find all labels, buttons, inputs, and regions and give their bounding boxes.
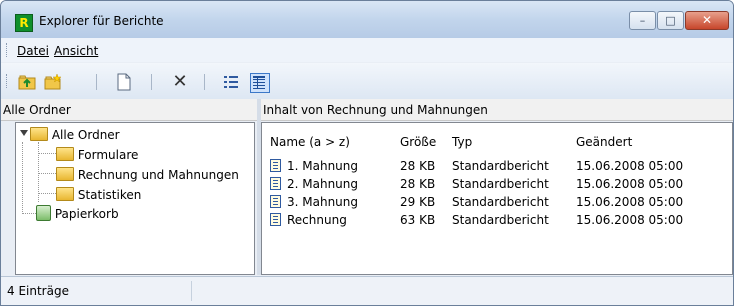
collapse-arrow-icon[interactable] <box>20 130 28 136</box>
report-list[interactable]: Name (a > z) Größe Typ Geändert 1. Mahnu… <box>261 122 733 275</box>
column-header-size[interactable]: Größe <box>400 135 436 149</box>
menu-datei-label: Datei <box>17 44 50 58</box>
toolbar: ✕ <box>1 63 733 99</box>
maximize-button[interactable]: □ <box>657 11 684 30</box>
recycle-bin-icon <box>36 205 51 221</box>
report-icon <box>270 177 281 190</box>
report-name: 1. Mahnung <box>287 159 359 173</box>
toolbar-separator <box>96 74 97 90</box>
tree-item-label: Formulare <box>77 148 139 162</box>
tree-item-label: Papierkorb <box>54 207 119 221</box>
table-row[interactable]: 2. Mahnung 28 KB Standardbericht 15.06.2… <box>270 175 730 193</box>
folder-open-icon <box>30 127 48 141</box>
menu-ansicht[interactable]: Ansicht <box>54 44 98 58</box>
column-header-type[interactable]: Typ <box>452 135 472 149</box>
contents-pane-header: Inhalt von Rechnung und Mahnungen <box>261 99 733 121</box>
report-icon <box>270 159 281 172</box>
toolbar-grip <box>6 74 9 88</box>
status-bar: 4 Einträge <box>1 276 733 305</box>
report-name: 3. Mahnung <box>287 195 359 209</box>
new-folder-icon[interactable] <box>44 73 62 91</box>
report-name: Rechnung <box>287 213 347 227</box>
report-icon <box>270 213 281 226</box>
menu-datei[interactable]: Datei <box>17 44 49 58</box>
tree-item-statistiken[interactable]: Statistiken <box>56 187 141 203</box>
close-icon: ✕ <box>701 13 713 27</box>
column-header-modified[interactable]: Geändert <box>576 135 632 149</box>
report-modified: 15.06.2008 05:00 <box>576 159 684 173</box>
list-view-icon[interactable] <box>250 73 270 93</box>
tree-item-label: Alle Ordner <box>51 128 120 142</box>
folders-pane-header: Alle Ordner <box>1 99 257 121</box>
tree-item-label: Rechnung und Mahnungen <box>77 168 239 182</box>
table-row[interactable]: Rechnung 63 KB Standardbericht 15.06.200… <box>270 211 730 229</box>
tree-item-papierkorb[interactable]: Papierkorb <box>36 205 119 221</box>
folder-icon <box>56 147 74 161</box>
close-button[interactable]: ✕ <box>685 11 729 30</box>
tree-item-rechnung-und-mahnungen[interactable]: Rechnung und Mahnungen <box>56 167 239 183</box>
tree-item-alle-ordner[interactable]: Alle Ordner <box>16 127 252 143</box>
tree-line <box>38 153 56 154</box>
column-header-name[interactable]: Name (a > z) <box>270 135 350 149</box>
app-icon: R <box>15 14 33 32</box>
tree-item-formulare[interactable]: Formulare <box>56 147 138 163</box>
tree-line <box>38 173 56 174</box>
toolbar-separator <box>151 74 152 90</box>
folder-icon <box>56 167 74 181</box>
status-separator <box>191 281 192 301</box>
maximize-icon: □ <box>665 14 676 27</box>
folder-icon <box>56 187 74 201</box>
menu-grip <box>6 43 9 57</box>
report-type: Standardbericht <box>452 195 549 209</box>
report-type: Standardbericht <box>452 213 549 227</box>
folder-up-icon[interactable] <box>18 73 36 91</box>
details-view-icon[interactable] <box>222 73 240 91</box>
report-icon <box>270 195 281 208</box>
toolbar-separator <box>204 74 205 90</box>
report-modified: 15.06.2008 05:00 <box>576 213 684 227</box>
table-row[interactable]: 3. Mahnung 29 KB Standardbericht 15.06.2… <box>270 193 730 211</box>
tree-line <box>22 213 36 214</box>
menu-ansicht-label: Ansicht <box>54 44 99 58</box>
report-size: 63 KB <box>400 213 436 227</box>
report-size: 28 KB <box>400 159 436 173</box>
delete-icon[interactable]: ✕ <box>171 73 189 91</box>
new-report-icon[interactable] <box>115 73 133 91</box>
report-size: 28 KB <box>400 177 436 191</box>
table-row[interactable]: 1. Mahnung 28 KB Standardbericht 15.06.2… <box>270 157 730 175</box>
report-size: 29 KB <box>400 195 436 209</box>
report-type: Standardbericht <box>452 159 549 173</box>
tree-line <box>22 142 23 214</box>
report-name: 2. Mahnung <box>287 177 359 191</box>
item-count: 4 Einträge <box>7 284 69 298</box>
report-modified: 15.06.2008 05:00 <box>576 177 684 191</box>
report-explorer-window: R Explorer für Berichte – □ ✕ Datei Ansi… <box>0 0 734 306</box>
folder-tree[interactable]: Alle Ordner Formulare Rechnung und Mahnu… <box>15 122 255 275</box>
title-bar[interactable]: R Explorer für Berichte – □ ✕ <box>1 1 733 38</box>
tree-item-label: Statistiken <box>77 188 142 202</box>
minimize-icon: – <box>639 14 646 27</box>
window-title: Explorer für Berichte <box>39 14 164 28</box>
report-type: Standardbericht <box>452 177 549 191</box>
tree-line <box>38 193 56 194</box>
menu-bar: Datei Ansicht <box>1 38 733 62</box>
minimize-button[interactable]: – <box>629 11 656 30</box>
report-modified: 15.06.2008 05:00 <box>576 195 684 209</box>
